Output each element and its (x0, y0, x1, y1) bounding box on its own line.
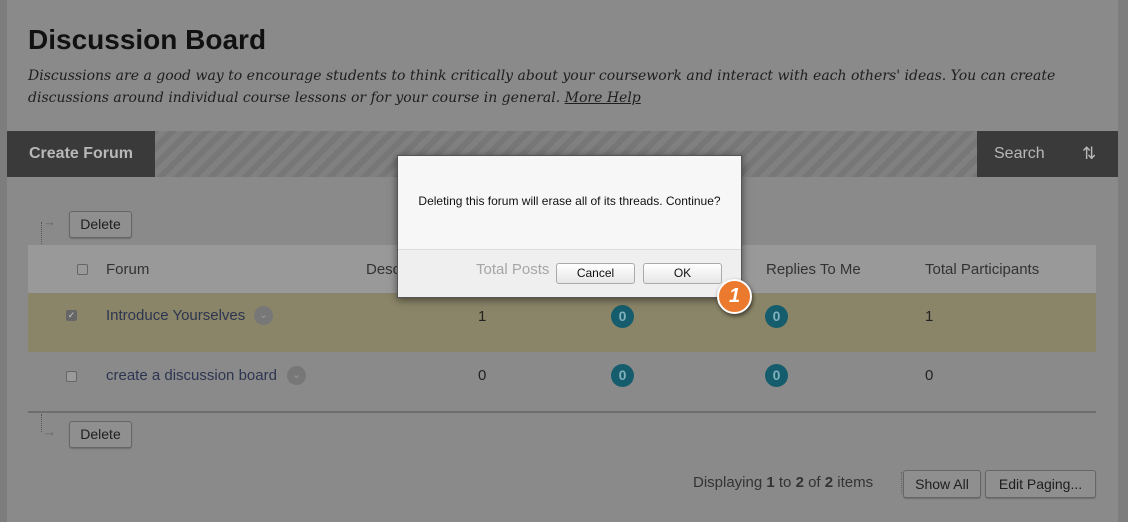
total-posts: 1 (478, 308, 487, 325)
row-checkbox[interactable] (66, 371, 77, 382)
sort-arrows-icon[interactable]: ⇅ (1082, 131, 1096, 177)
col-forum[interactable]: Forum (106, 261, 149, 278)
col-total-posts[interactable]: Total Posts (476, 261, 549, 278)
replies-badge[interactable]: 0 (765, 305, 788, 328)
paging-status: Displaying 1 to 2 of 2 items (693, 474, 873, 491)
search-button[interactable]: Search (994, 131, 1045, 177)
delete-button-top[interactable]: Delete (69, 211, 132, 238)
unread-badge[interactable]: 0 (611, 305, 634, 328)
total-participants: 1 (925, 308, 934, 325)
arrow-right-icon: → (43, 424, 56, 439)
select-all-checkbox[interactable] (77, 264, 88, 275)
paging-divider (901, 472, 902, 494)
edit-paging-button[interactable]: Edit Paging... (985, 470, 1096, 498)
paging-label: Displaying (693, 474, 763, 491)
col-replies-to-me[interactable]: Replies To Me (766, 261, 861, 278)
dialog-message: Deleting this forum will erase all of it… (418, 194, 721, 208)
unread-badge[interactable]: 0 (611, 364, 634, 387)
arrow-right-icon: → (43, 214, 56, 229)
table-row: ✓ Introduce Yourselves ⌄ 1 0 0 1 (28, 293, 1096, 352)
paging-from: 1 (766, 474, 775, 491)
paging-items: items (837, 474, 874, 491)
forum-link[interactable]: Introduce Yourselves (106, 307, 245, 324)
page-intro: Discussions are a good way to encourage … (28, 65, 1088, 109)
create-forum-button[interactable]: Create Forum (7, 131, 155, 177)
paging-total: 2 (824, 474, 834, 491)
delete-connector (41, 222, 42, 244)
total-participants: 0 (925, 367, 934, 384)
intro-text: Discussions are a good way to encourage … (28, 68, 1056, 106)
paging-of-label: of (808, 474, 821, 491)
paging-to-label: to (778, 474, 792, 491)
step-marker: 1 (717, 279, 752, 314)
ok-button[interactable]: OK (643, 263, 722, 284)
row-checkbox[interactable]: ✓ (66, 310, 77, 321)
confirm-dialog: Deleting this forum will erase all of it… (397, 155, 742, 298)
cancel-button[interactable]: Cancel (556, 263, 635, 284)
dialog-footer: Cancel OK (398, 249, 741, 297)
forum-link[interactable]: create a discussion board (106, 367, 277, 384)
replies-badge[interactable]: 0 (765, 364, 788, 387)
more-help-link[interactable]: More Help (565, 90, 641, 106)
page-title: Discussion Board (28, 24, 267, 55)
search-sort-group: Search ⇅ (977, 131, 1118, 177)
chevron-down-icon[interactable]: ⌄ (254, 306, 273, 325)
delete-button-bottom[interactable]: Delete (69, 421, 132, 448)
chevron-down-icon[interactable]: ⌄ (287, 366, 306, 385)
col-total-participants[interactable]: Total Participants (925, 261, 1039, 278)
show-all-button[interactable]: Show All (903, 470, 981, 498)
total-posts: 0 (478, 367, 487, 384)
paging-to: 2 (795, 474, 804, 491)
table-row: create a discussion board ⌄ 0 0 0 0 (28, 352, 1096, 413)
delete-connector (41, 414, 42, 432)
